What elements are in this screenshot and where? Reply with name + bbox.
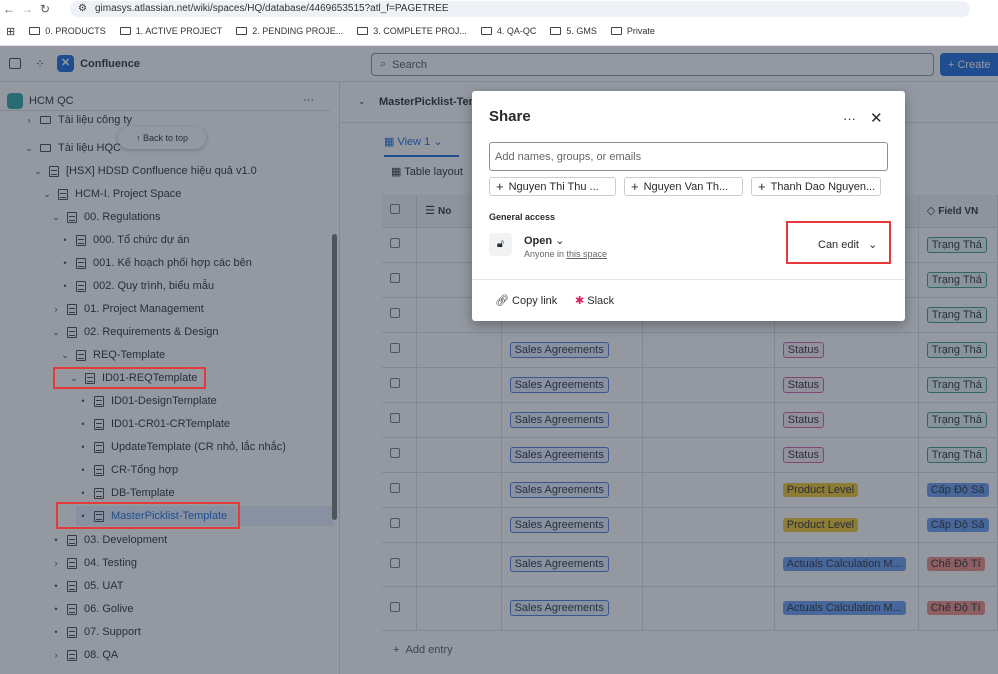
suggested-user-button[interactable]: + Nguyen Thi Thu ... bbox=[489, 177, 616, 196]
bookmarks-bar: ⊞ 0. PRODUCTS 1. ACTIVE PROJECT 2. PENDING… bbox=[0, 17, 998, 46]
link-icon: 🔗︎ bbox=[495, 295, 509, 307]
folder-icon bbox=[236, 27, 248, 35]
bookmark-folder[interactable]: 4. QA-QC bbox=[480, 26, 536, 36]
highlight-box bbox=[56, 502, 240, 529]
back-icon[interactable]: ← bbox=[0, 2, 18, 16]
dialog-title: Share bbox=[489, 108, 531, 125]
bookmark-folder[interactable]: Private bbox=[610, 26, 655, 36]
site-settings-icon[interactable]: ⚙ bbox=[78, 3, 87, 14]
browser-address-bar: ← → ↻ ⚙ gimasys.atlassian.net/wiki/spaces… bbox=[0, 0, 998, 17]
plus-icon: + bbox=[758, 179, 766, 194]
access-level-dropdown[interactable]: Open ⌄ bbox=[524, 234, 564, 247]
plus-icon: + bbox=[496, 179, 504, 194]
bookmark-folder[interactable]: 2. PENDING PROJE... bbox=[236, 26, 343, 36]
unlock-icon: 🔓︎ bbox=[489, 233, 512, 256]
highlight-box bbox=[786, 221, 891, 264]
bookmark-folder[interactable]: 1. ACTIVE PROJECT bbox=[119, 26, 222, 36]
suggested-user-button[interactable]: + Thanh Dao Nguyen... bbox=[751, 177, 881, 196]
folder-icon bbox=[29, 27, 41, 35]
general-access-label: General access bbox=[489, 212, 556, 222]
share-recipients-input[interactable]: Add names, groups, or emails bbox=[489, 142, 888, 171]
highlight-box bbox=[53, 367, 206, 389]
apps-icon[interactable]: ⊞ bbox=[6, 25, 15, 38]
slack-icon: ✱ bbox=[575, 295, 585, 307]
chevron-down-icon: ⌄ bbox=[555, 235, 565, 247]
reload-icon[interactable]: ↻ bbox=[36, 2, 54, 16]
url-field[interactable]: ⚙ gimasys.atlassian.net/wiki/spaces/HQ/da… bbox=[70, 0, 970, 17]
suggested-user-button[interactable]: + Nguyen Van Th... bbox=[624, 177, 743, 196]
more-options-icon[interactable]: ··· bbox=[843, 111, 856, 126]
this-space-link[interactable]: this space bbox=[567, 249, 608, 259]
plus-icon: + bbox=[631, 179, 639, 194]
folder-icon bbox=[119, 27, 131, 35]
bookmark-folder[interactable]: 5. GMS bbox=[550, 26, 597, 36]
forward-icon[interactable]: → bbox=[18, 2, 36, 16]
copy-link-button[interactable]: 🔗︎ Copy link bbox=[495, 294, 557, 307]
share-dialog: Share ··· ✕ Add names, groups, or emails… bbox=[472, 91, 905, 321]
folder-icon bbox=[550, 27, 562, 35]
slack-button[interactable]: ✱ Slack bbox=[575, 294, 614, 307]
folder-icon bbox=[357, 27, 369, 35]
folder-icon bbox=[480, 27, 492, 35]
bookmark-folder[interactable]: 0. PRODUCTS bbox=[29, 26, 106, 36]
close-icon[interactable]: ✕ bbox=[870, 109, 883, 127]
bookmark-folder[interactable]: 3. COMPLETE PROJ... bbox=[357, 26, 467, 36]
folder-icon bbox=[610, 27, 622, 35]
